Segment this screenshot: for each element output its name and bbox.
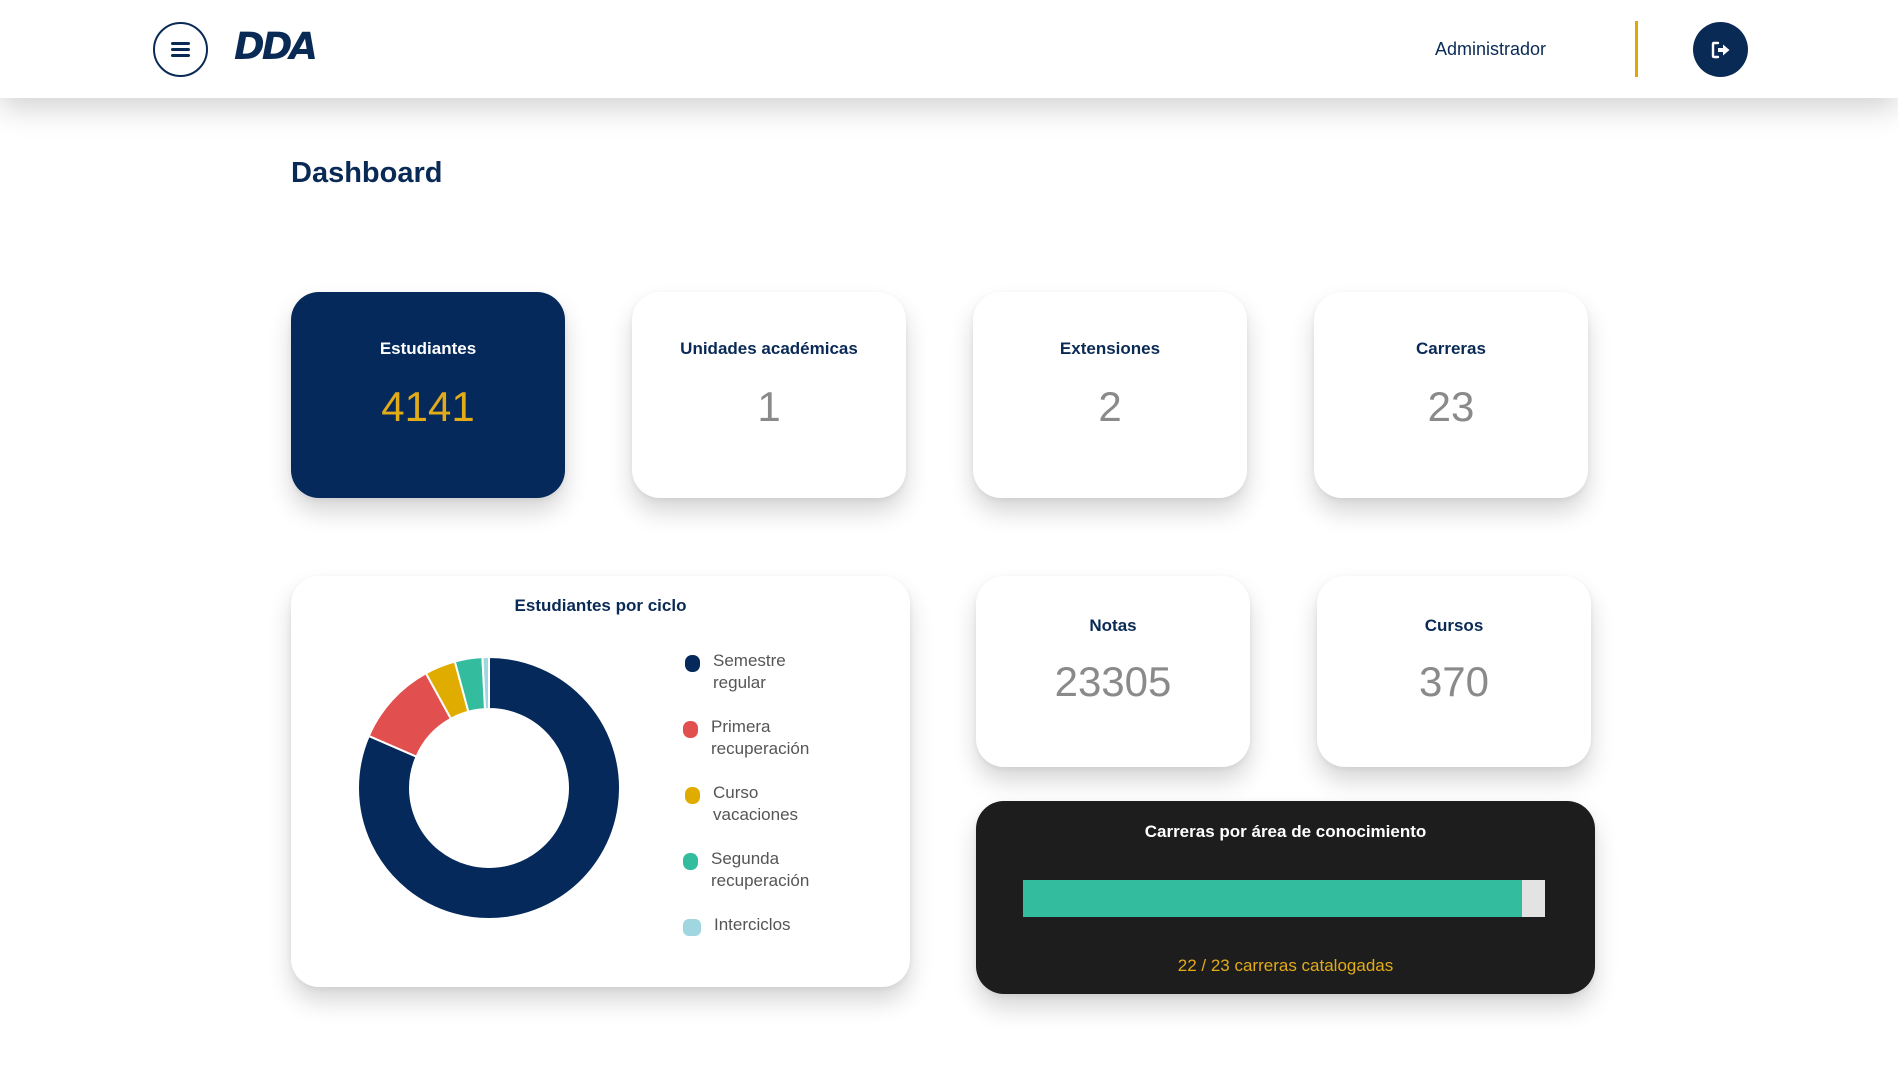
menu-button[interactable] xyxy=(153,22,208,77)
stat-card-cursos[interactable]: Cursos 370 xyxy=(1317,576,1591,767)
logout-icon xyxy=(1711,41,1729,58)
legend-label: Primera recuperación xyxy=(711,717,810,758)
legend-label: Semestre regular xyxy=(713,651,786,692)
logout-button[interactable] xyxy=(1693,22,1748,77)
stat-value: 1 xyxy=(757,383,781,430)
catalog-progress-text: 22 / 23 carreras catalogadas xyxy=(1177,956,1394,975)
stat-card-notas[interactable]: Notas 23305 xyxy=(976,576,1250,767)
stat-value: 23305 xyxy=(1054,658,1172,705)
legend-item[interactable]: Interciclos xyxy=(683,914,834,936)
stat-label: Carreras xyxy=(1416,339,1486,358)
stat-label: Cursos xyxy=(1424,616,1484,635)
legend-color-swatch xyxy=(683,853,698,870)
legend-color-swatch xyxy=(683,919,701,936)
stat-label: Unidades académicas xyxy=(680,339,858,358)
legend-item[interactable]: Primera recuperación xyxy=(683,716,831,760)
stat-value: 370 xyxy=(1418,658,1490,705)
stat-value: 2 xyxy=(1098,383,1122,430)
stat-card-estudiantes[interactable]: Estudiantes 4141 xyxy=(291,292,565,498)
page-title: Dashboard xyxy=(291,157,443,189)
stat-label: Notas xyxy=(1089,616,1137,635)
legend-label: Interciclos xyxy=(714,915,791,934)
stat-card-extensiones[interactable]: Extensiones 2 xyxy=(973,292,1247,498)
user-name: Administrador xyxy=(1435,39,1547,59)
estudiantes-por-ciclo-card: Estudiantes por ciclo Semestre regular P… xyxy=(291,576,910,987)
stat-card-carreras[interactable]: Carreras 23 xyxy=(1314,292,1588,498)
legend-label: Segunda recuperación xyxy=(711,849,810,890)
chart-title: Carreras por área de conocimiento xyxy=(1144,822,1427,841)
stat-value: 23 xyxy=(1427,383,1475,430)
legend-color-swatch xyxy=(685,787,700,804)
catalog-progress-fill xyxy=(1023,880,1523,917)
legend-color-swatch xyxy=(683,721,698,738)
legend-color-swatch xyxy=(685,655,700,672)
legend-item[interactable]: Curso vacaciones xyxy=(685,782,833,826)
divider xyxy=(1635,21,1638,77)
legend-label: Curso vacaciones xyxy=(713,783,799,824)
top-navbar: DDA Administrador xyxy=(0,0,1898,98)
donut-chart xyxy=(357,656,621,920)
stat-value: 4141 xyxy=(381,383,475,430)
legend-item[interactable]: Semestre regular xyxy=(685,650,833,694)
catalog-progress-bar xyxy=(1023,880,1545,917)
logo[interactable]: DDA xyxy=(234,25,318,68)
stat-label: Extensiones xyxy=(1059,339,1161,358)
stat-card-unidades-academicas[interactable]: Unidades académicas 1 xyxy=(632,292,906,498)
chart-title: Estudiantes por ciclo xyxy=(514,596,687,615)
legend-item[interactable]: Segunda recuperación xyxy=(683,848,831,892)
stat-label: Estudiantes xyxy=(379,339,477,358)
carreras-por-area-card: Carreras por área de conocimiento 22 / 2… xyxy=(976,801,1595,994)
hamburger-menu-icon xyxy=(171,42,190,57)
